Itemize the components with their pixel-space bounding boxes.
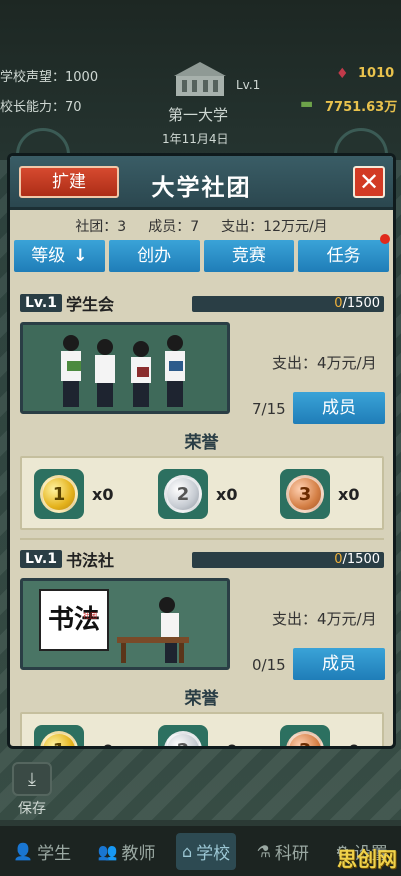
club-divider: [20, 538, 384, 540]
school-level: Lv.1: [236, 78, 261, 92]
bronze-medal-icon: 3: [286, 731, 324, 746]
medal-panel: 1 x0 2 x0 3 x0: [20, 712, 384, 747]
tab-competition[interactable]: 竞赛: [203, 240, 295, 272]
club-name: 学生会: [65, 295, 114, 314]
gold-medal-icon: 1: [40, 731, 78, 746]
medal-panel: 1 x0 2 x0 3 x0: [20, 456, 384, 530]
club-exp-current: 0: [334, 296, 343, 311]
bronze-medal-icon: 3: [286, 475, 324, 513]
calligraphy-sign: 书法 社团: [39, 589, 109, 651]
nav-item-students[interactable]: 👤 学生: [7, 833, 77, 870]
money-icon: ▬: [300, 96, 314, 112]
member-count: 成员：7: [148, 219, 200, 235]
calligrapher-illustration: [117, 597, 189, 663]
club-illustration: [20, 322, 230, 414]
students-reading-illustration: [23, 325, 227, 411]
medal-frame: 2: [158, 725, 208, 746]
club-header: Lv.1 书法社: [20, 548, 114, 570]
bronze-medal-slot: 3 x0: [280, 464, 380, 524]
nav-school-label: 学校: [196, 843, 231, 864]
bronze-medal-count: x0: [338, 741, 359, 747]
nav-item-teachers[interactable]: 👥 教师: [92, 833, 162, 870]
bronze-medal-count: x0: [338, 484, 360, 504]
club-count: 社团：3: [75, 219, 127, 235]
tab-tasks[interactable]: 任务: [298, 234, 390, 272]
calligraphy-sign-small: 社团: [83, 612, 97, 620]
teacher-icon: 👥: [97, 841, 118, 861]
club-exp-bar: 0/1500: [192, 296, 384, 312]
tab-level[interactable]: 等级 ↓: [14, 240, 105, 272]
tab-tasks-label: 任务: [326, 246, 361, 266]
modal-header: 扩建 大学社团 ✕: [10, 156, 393, 210]
club-member-count: 7/15: [252, 400, 286, 418]
club-member-count: 0/15: [252, 656, 286, 674]
club-cost: 支出：4万元/月: [272, 354, 377, 372]
medal-frame: 1: [34, 469, 84, 519]
silver-medal-slot: 2 x0: [158, 464, 258, 524]
save-button[interactable]: ⤓ 保存: [10, 762, 54, 820]
nav-teachers-label: 教师: [121, 843, 156, 864]
club-level-badge: Lv.1: [20, 550, 62, 568]
club-card-student-union: Lv.1 学生会 0/1500 支出：4万元/月 7/15 成员 荣誉 1 x0…: [10, 292, 393, 546]
research-icon: ⚗: [256, 841, 271, 861]
money-amount: 7751.63万: [325, 100, 398, 115]
medal-frame: 2: [158, 469, 208, 519]
medal-frame: 1: [34, 725, 84, 746]
gold-medal-slot: 1 x0: [34, 464, 134, 524]
medal-frame: 3: [280, 725, 330, 746]
medal-frame: 3: [280, 469, 330, 519]
gold-medal-count: x0: [92, 741, 113, 747]
school-icon: ⌂: [181, 841, 193, 861]
nav-students-label: 学生: [37, 843, 72, 864]
club-exp-current: 0: [334, 552, 343, 567]
student-icon: 👤: [13, 841, 34, 861]
club-exp-max: /1500: [342, 552, 380, 567]
nav-item-research[interactable]: ⚗ 科研: [251, 833, 315, 870]
club-stats: 社团：3 成员：7 支出：12万元/月: [10, 210, 393, 240]
gold-medal-slot: 1 x0: [34, 720, 134, 747]
club-name: 书法社: [65, 551, 114, 570]
school-name: 第一大学: [168, 106, 229, 124]
silver-medal-count: x0: [216, 484, 238, 504]
close-button[interactable]: ✕: [353, 166, 385, 198]
game-date: 1年11月4日: [162, 132, 229, 146]
nav-research-label: 科研: [274, 843, 309, 864]
silver-medal-icon: 2: [164, 475, 202, 513]
school-building-icon: [174, 62, 226, 96]
honor-title: 荣誉: [184, 689, 219, 709]
school-reputation: 学校声望：1000: [0, 70, 99, 85]
gold-medal-count: x0: [92, 484, 114, 504]
watermark-logo: 思创网: [337, 847, 397, 871]
club-cost: 支出：4万元/月: [272, 610, 377, 628]
gem-icon: ♦: [336, 66, 349, 82]
tab-level-label: 等级: [31, 246, 66, 266]
silver-medal-count: x0: [216, 741, 237, 747]
club-illustration: 书法 社团: [20, 578, 230, 670]
honor-title: 荣誉: [184, 433, 219, 453]
notification-dot: [380, 234, 390, 244]
save-label: 保存: [18, 801, 46, 817]
tab-create[interactable]: 创办: [108, 240, 200, 272]
members-button[interactable]: 成员: [293, 648, 385, 680]
club-card-calligraphy: Lv.1 书法社 0/1500 书法 社团 支出：4万元/月 0/15 成员 荣…: [10, 548, 393, 747]
sort-arrow-icon: ↓: [73, 246, 88, 266]
gem-count: 1010: [358, 66, 395, 81]
principal-ability: 校长能力：70: [0, 100, 82, 115]
nav-item-school[interactable]: ⌂ 学校: [175, 832, 237, 870]
download-icon: ⤓: [12, 762, 52, 796]
clubs-modal: 扩建 大学社团 ✕ 社团：3 成员：7 支出：12万元/月 等级 ↓ 创办 竞赛 …: [7, 153, 396, 749]
club-exp-bar: 0/1500: [192, 552, 384, 568]
members-button[interactable]: 成员: [293, 392, 385, 424]
club-exp-max: /1500: [342, 296, 380, 311]
total-expense: 支出：12万元/月: [221, 219, 328, 235]
club-header: Lv.1 学生会: [20, 292, 114, 314]
silver-medal-slot: 2 x0: [158, 720, 258, 747]
silver-medal-icon: 2: [164, 731, 202, 746]
clubs-list: Lv.1 学生会 0/1500 支出：4万元/月 7/15 成员 荣誉 1 x0…: [10, 286, 393, 746]
bronze-medal-slot: 3 x0: [280, 720, 380, 747]
modal-tabs: 等级 ↓ 创办 竞赛 任务: [10, 234, 393, 272]
modal-title: 大学社团: [151, 175, 252, 201]
club-level-badge: Lv.1: [20, 294, 62, 312]
gold-medal-icon: 1: [40, 475, 78, 513]
